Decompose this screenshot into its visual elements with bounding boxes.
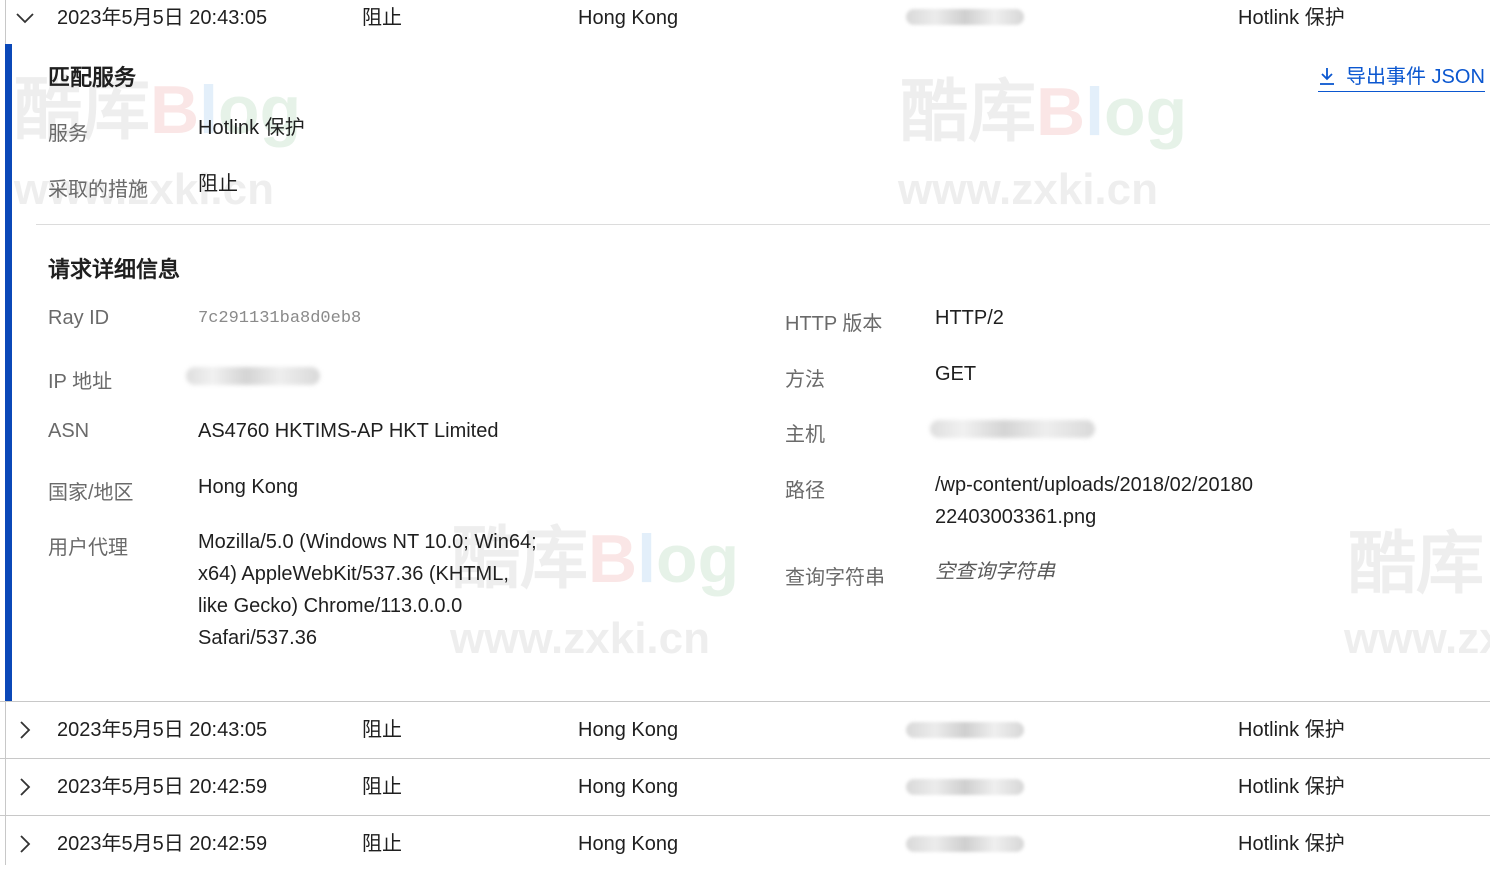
event-action: 阻止 xyxy=(362,7,402,29)
user-agent-value: Mozilla/5.0 (Windows NT 10.0; Win64; x64… xyxy=(198,526,537,654)
event-country: Hong Kong xyxy=(578,7,679,29)
chevron-right-icon[interactable] xyxy=(14,833,36,855)
service-value: Hotlink 保护 xyxy=(198,117,305,139)
http-version-value: HTTP/2 xyxy=(935,307,1004,329)
country-value: Hong Kong xyxy=(198,476,299,498)
asn-label: ASN xyxy=(48,420,90,442)
event-ip-redacted xyxy=(906,722,1024,738)
path-value: /wp-content/uploads/2018/02/20180 224030… xyxy=(935,469,1253,533)
event-datetime: 2023年5月5日 20:43:05 xyxy=(57,719,268,741)
watermark-brand-cn: 酷库 xyxy=(900,74,1037,150)
action-label: 采取的措施 xyxy=(48,179,148,201)
event-row[interactable]: 2023年5月5日 20:42:59 阻止 Hong Kong Hotlink … xyxy=(0,758,1490,816)
expanded-indicator xyxy=(5,44,12,701)
event-country: Hong Kong xyxy=(578,719,679,741)
asn-value: AS4760 HKTIMS-AP HKT Limited xyxy=(198,420,499,442)
path-label: 路径 xyxy=(785,480,825,502)
event-service: Hotlink 保护 xyxy=(1238,719,1345,741)
event-country: Hong Kong xyxy=(578,776,679,798)
chevron-right-icon[interactable] xyxy=(14,719,36,741)
event-datetime: 2023年5月5日 20:43:05 xyxy=(57,7,268,29)
watermark-brand-b: B xyxy=(1036,74,1086,150)
watermark-brand-og: og xyxy=(1104,74,1188,150)
event-country: Hong Kong xyxy=(578,833,679,855)
download-icon xyxy=(1320,68,1334,85)
watermark-brand-cn: 酷库 xyxy=(1348,526,1485,602)
user-agent-line: Safari/537.36 xyxy=(198,627,317,649)
user-agent-label: 用户代理 xyxy=(48,537,128,559)
ray-id-label: Ray ID xyxy=(48,307,110,329)
request-details-title: 请求详细信息 xyxy=(48,257,181,282)
path-line: /wp-content/uploads/2018/02/20180 xyxy=(935,474,1254,496)
http-version-label: HTTP 版本 xyxy=(785,313,883,335)
event-action: 阻止 xyxy=(362,833,402,855)
matched-service-title: 匹配服务 xyxy=(48,65,137,90)
path-line: 22403003361.png xyxy=(935,506,1097,528)
chevron-right-icon[interactable] xyxy=(14,776,36,798)
export-json-link[interactable]: 导出事件 JSON xyxy=(1318,60,1485,92)
watermark-brand-l: l xyxy=(637,521,657,597)
watermark-brand-og: og xyxy=(656,521,740,597)
watermark-url: www.zxki.cn xyxy=(1344,614,1490,663)
event-ip-redacted xyxy=(906,9,1024,25)
event-row[interactable]: 2023年5月5日 20:43:05 阻止 Hong Kong Hotlink … xyxy=(0,701,1490,759)
event-service: Hotlink 保护 xyxy=(1238,7,1345,29)
event-row[interactable]: 2023年5月5日 20:42:59 阻止 Hong Kong Hotlink … xyxy=(0,815,1490,866)
ip-label: IP 地址 xyxy=(48,371,113,393)
watermark-brand-b: B xyxy=(588,521,638,597)
event-datetime: 2023年5月5日 20:42:59 xyxy=(57,776,268,798)
method-label: 方法 xyxy=(785,369,825,391)
export-json-label: 导出事件 JSON xyxy=(1346,66,1485,88)
event-action: 阻止 xyxy=(362,719,402,741)
event-ip-redacted xyxy=(906,779,1024,795)
event-ip-redacted xyxy=(906,836,1024,852)
watermark: 酷库 xyxy=(1348,530,1484,598)
watermark-brand-l: l xyxy=(1085,74,1105,150)
action-value: 阻止 xyxy=(198,173,238,195)
event-row[interactable]: 2023年5月5日 20:43:05 阻止 Hong Kong Hotlink … xyxy=(0,0,1490,57)
ray-id-value[interactable]: 7c291131ba8d0eb8 xyxy=(198,303,361,335)
event-action: 阻止 xyxy=(362,776,402,798)
event-service: Hotlink 保护 xyxy=(1238,776,1345,798)
section-divider xyxy=(36,224,1490,225)
chevron-down-icon[interactable] xyxy=(14,7,36,29)
host-label: 主机 xyxy=(785,424,825,446)
user-agent-line: like Gecko) Chrome/113.0.0.0 xyxy=(198,595,463,617)
country-label: 国家/地区 xyxy=(48,482,134,504)
watermark: 酷库Blog xyxy=(900,78,1187,146)
user-agent-line: x64) AppleWebKit/537.36 (KHTML, xyxy=(198,563,509,585)
ip-value-redacted xyxy=(186,367,320,385)
service-label: 服务 xyxy=(48,123,88,145)
user-agent-line: Mozilla/5.0 (Windows NT 10.0; Win64; xyxy=(198,531,537,553)
event-datetime: 2023年5月5日 20:42:59 xyxy=(57,833,268,855)
method-value: GET xyxy=(935,363,977,385)
query-string-label: 查询字符串 xyxy=(785,567,885,589)
watermark-url: www.zxki.cn xyxy=(898,165,1159,214)
event-service: Hotlink 保护 xyxy=(1238,833,1345,855)
query-string-value: 空查询字符串 xyxy=(935,561,1055,583)
host-value-redacted xyxy=(930,420,1095,438)
watermark-brand-b: B xyxy=(150,72,200,148)
